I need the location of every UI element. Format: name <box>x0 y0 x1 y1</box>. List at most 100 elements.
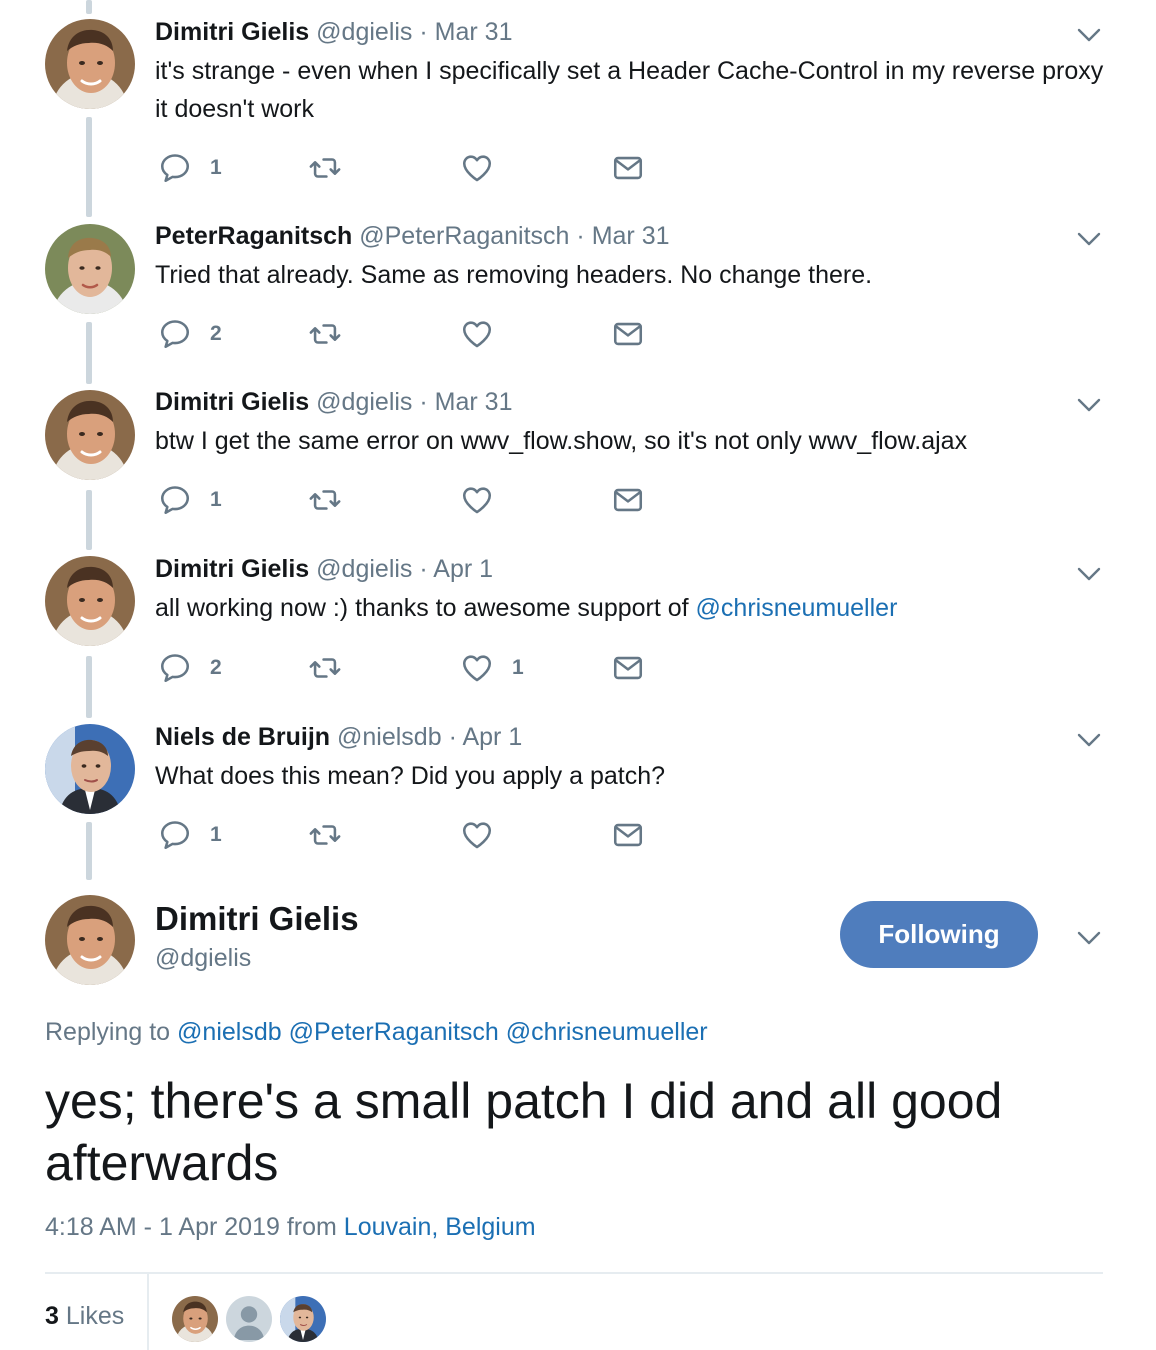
like-button[interactable] <box>460 480 494 520</box>
reply-button[interactable]: 1 <box>158 815 222 855</box>
like-button[interactable] <box>460 815 494 855</box>
like-button[interactable]: 1 <box>460 648 524 688</box>
liker-avatar[interactable] <box>280 1296 326 1342</box>
avatar[interactable] <box>45 224 135 314</box>
replying-mention[interactable]: @chrisneumueller <box>506 1018 708 1046</box>
thread-tweet[interactable]: Niels de Bruijn @nielsdb · Apr 1 What do… <box>0 719 1156 869</box>
heart-icon <box>460 151 494 185</box>
separator-dot: · <box>576 222 585 250</box>
main-author-name[interactable]: Dimitri Gielis <box>155 898 359 940</box>
tweet-actions: 2 1 <box>155 648 675 688</box>
liker-avatar[interactable] <box>172 1296 218 1342</box>
like-button[interactable] <box>460 314 494 354</box>
tweet-actions: 2 <box>155 314 675 354</box>
heart-icon <box>460 317 494 351</box>
retweet-button[interactable] <box>308 148 342 188</box>
likes-count-link[interactable]: 3 Likes <box>45 1302 124 1331</box>
author-name[interactable]: Dimitri Gielis <box>155 388 309 416</box>
thread-line <box>86 0 92 14</box>
tweet-meta: 4:18 AM - 1 Apr 2019 from Louvain, Belgi… <box>45 1213 536 1242</box>
dm-button[interactable] <box>611 480 645 520</box>
heart-icon <box>460 818 494 852</box>
main-tweet-header: Dimitri Gielis @dgielis <box>155 898 359 976</box>
author-handle[interactable]: @PeterRaganitsch <box>359 222 569 250</box>
retweet-button[interactable] <box>308 815 342 855</box>
chevron-down-icon[interactable] <box>1076 731 1102 749</box>
retweet-icon <box>308 651 342 685</box>
retweet-icon <box>308 818 342 852</box>
tweet-header: Dimitri Gielis @dgielis · Mar 31 <box>155 386 512 418</box>
envelope-icon <box>611 483 645 517</box>
reply-count: 1 <box>210 156 222 179</box>
reply-button[interactable]: 2 <box>158 648 222 688</box>
thread-tweet[interactable]: Dimitri Gielis @dgielis · Mar 31 it's st… <box>0 14 1156 204</box>
avatar[interactable] <box>45 556 135 646</box>
tweet-time[interactable]: Apr 1 <box>462 723 522 751</box>
from-label: from <box>286 1213 337 1241</box>
dm-button[interactable] <box>611 815 645 855</box>
tweet-actions: 1 <box>155 815 675 855</box>
thread-tweet[interactable]: Dimitri Gielis @dgielis · Mar 31 btw I g… <box>0 384 1156 534</box>
separator-dot: · <box>419 18 428 46</box>
tweet-header: PeterRaganitsch @PeterRaganitsch · Mar 3… <box>155 220 670 252</box>
reply-button[interactable]: 2 <box>158 314 222 354</box>
chevron-down-icon[interactable] <box>1076 230 1102 248</box>
reply-icon <box>158 317 192 351</box>
thread-tweet[interactable]: Dimitri Gielis @dgielis · Apr 1 all work… <box>0 551 1156 701</box>
retweet-button[interactable] <box>308 648 342 688</box>
like-count: 1 <box>512 656 524 679</box>
reply-count: 2 <box>210 656 222 679</box>
reply-icon <box>158 651 192 685</box>
liker-avatar[interactable] <box>226 1296 272 1342</box>
tweet-time[interactable]: Mar 31 <box>435 388 513 416</box>
tweet-header: Niels de Bruijn @nielsdb · Apr 1 <box>155 721 522 753</box>
retweet-button[interactable] <box>308 480 342 520</box>
dm-button[interactable] <box>611 314 645 354</box>
envelope-icon <box>611 151 645 185</box>
author-handle[interactable]: @dgielis <box>316 388 412 416</box>
replying-mention[interactable]: @PeterRaganitsch <box>289 1018 499 1046</box>
likes-label: Likes <box>65 1302 125 1330</box>
dm-button[interactable] <box>611 148 645 188</box>
tweet-text: btw I get the same error on wwv_flow.sho… <box>155 427 968 455</box>
tweet-time[interactable]: Mar 31 <box>592 222 670 250</box>
separator-dot: · <box>419 388 428 416</box>
retweet-button[interactable] <box>308 314 342 354</box>
reply-button[interactable]: 1 <box>158 148 222 188</box>
mention-link[interactable]: @chrisneumueller <box>696 594 898 622</box>
author-name[interactable]: PeterRaganitsch <box>155 222 352 250</box>
tweet-time[interactable]: Apr 1 <box>433 555 493 583</box>
author-handle[interactable]: @dgielis <box>316 18 412 46</box>
reply-button[interactable]: 1 <box>158 480 222 520</box>
thread-tweet[interactable]: PeterRaganitsch @PeterRaganitsch · Mar 3… <box>0 218 1156 368</box>
replying-to-label: Replying to <box>45 1018 171 1046</box>
following-button[interactable]: Following <box>840 901 1038 968</box>
chevron-down-icon[interactable] <box>1076 26 1102 44</box>
author-handle[interactable]: @dgielis <box>316 555 412 583</box>
tweet-text: all working now :) thanks to awesome sup… <box>155 589 1115 627</box>
chevron-down-icon[interactable] <box>1076 929 1102 947</box>
tweet-time[interactable]: Mar 31 <box>435 18 513 46</box>
author-name[interactable]: Dimitri Gielis <box>155 18 309 46</box>
like-button[interactable] <box>460 148 494 188</box>
location-link[interactable]: Louvain, Belgium <box>344 1213 536 1241</box>
tweet-timestamp[interactable]: 4:18 AM - 1 Apr 2019 <box>45 1213 280 1241</box>
tweet-actions: 1 <box>155 480 675 520</box>
reply-icon <box>158 818 192 852</box>
chevron-down-icon[interactable] <box>1076 396 1102 414</box>
reply-count: 2 <box>210 322 222 345</box>
author-handle[interactable]: @nielsdb <box>337 723 442 751</box>
dm-button[interactable] <box>611 648 645 688</box>
tweet-text: What does this mean? Did you apply a pat… <box>155 762 666 790</box>
avatar[interactable] <box>45 19 135 109</box>
avatar[interactable] <box>45 724 135 814</box>
reply-count: 1 <box>210 823 222 846</box>
reply-count: 1 <box>210 488 222 511</box>
chevron-down-icon[interactable] <box>1076 565 1102 583</box>
main-author-handle[interactable]: @dgielis <box>155 940 359 976</box>
author-name[interactable]: Dimitri Gielis <box>155 555 309 583</box>
author-name[interactable]: Niels de Bruijn <box>155 723 330 751</box>
replying-mention[interactable]: @nielsdb <box>177 1018 282 1046</box>
main-avatar[interactable] <box>45 895 135 985</box>
avatar[interactable] <box>45 390 135 480</box>
